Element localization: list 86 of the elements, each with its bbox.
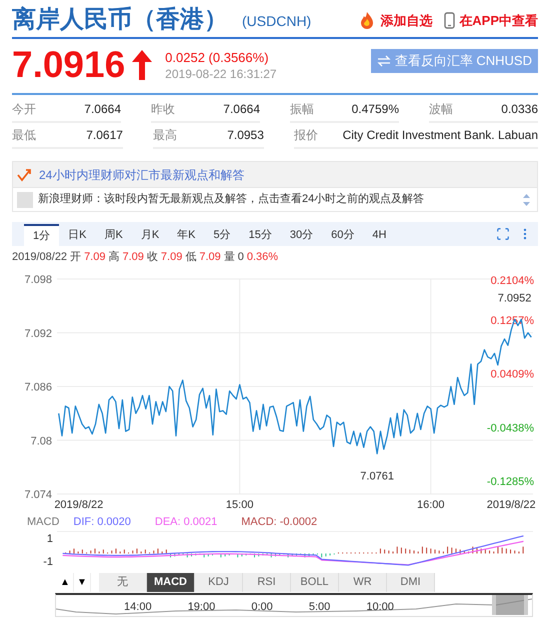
period-tab[interactable]: 日K (59, 224, 96, 246)
stat-label: 今开 (12, 101, 36, 118)
y-axis-label: 7.08 (30, 435, 52, 448)
stat-label: 波幅 (429, 101, 453, 118)
stat-value: 7.0617 (86, 127, 123, 144)
period-tab[interactable]: 30分 (280, 224, 322, 246)
stat-label: 报价 (294, 127, 318, 144)
bar-info-text: 低 (185, 250, 196, 265)
percent-axis-label: 0.2104% (490, 275, 534, 287)
indicator-tab[interactable]: 无 (99, 572, 147, 592)
macd-axis-label: 1 (46, 532, 53, 546)
price-value: 7.0916 (12, 43, 126, 87)
header-link[interactable]: 添加自选 (358, 10, 432, 30)
up-down-arrows-icon[interactable] (522, 192, 531, 206)
indicator-tab[interactable]: WR (339, 572, 387, 592)
navigator-time-label: 14:00 (124, 600, 152, 615)
bar-info-text: 2019/08/22 (12, 250, 68, 265)
bar-info-text: 7.09 (84, 250, 106, 265)
navigator-time-label: 10:00 (366, 600, 394, 615)
y-axis-label: 7.086 (24, 382, 52, 394)
period-tab[interactable]: 周K (95, 224, 132, 246)
up-arrow-icon (131, 49, 154, 81)
advisor-title[interactable]: 24小时内理财师对汇市最新观点和解答 (39, 166, 244, 184)
navigator-time-label: 19:00 (188, 600, 216, 615)
x-axis-label: 2019/8/22 (54, 499, 104, 511)
bar-info-text: 7.09 (160, 250, 182, 265)
bar-info-text: 0 (238, 250, 244, 265)
currency-code: (USDCNH) (242, 12, 312, 31)
stat-label: 最低 (12, 127, 36, 144)
price-change: 0.0252 (0.3566%) (165, 50, 270, 66)
x-axis-label: 16:00 (417, 499, 445, 511)
bar-info-text: 7.09 (199, 250, 221, 265)
period-tab[interactable]: 15分 (240, 224, 281, 246)
indicator-legend: DEA: 0.0021 (154, 514, 218, 530)
stat-label: 昨收 (151, 101, 175, 118)
stat-value: 7.0664 (84, 101, 121, 118)
bar-info-text: 开 (70, 250, 82, 265)
indicator-tab[interactable]: BOLL (291, 572, 339, 592)
period-tab[interactable]: 5分 (204, 224, 240, 246)
bar-info-text: 0.36% (246, 250, 278, 265)
phone-icon (444, 12, 456, 29)
quote-time: 2019-08-22 16:31:27 (165, 66, 277, 82)
bar-info-text: 量 (224, 250, 235, 265)
x-axis-label: 15:00 (226, 499, 254, 511)
stat-label: 振幅 (290, 101, 314, 118)
bar-info-text: 7.09 (122, 250, 144, 265)
swap-icon (376, 55, 391, 67)
period-tab[interactable]: 4H (363, 224, 396, 246)
range-navigator[interactable]: 14:00 19:00 0:00 5:00 10:00 (55, 593, 533, 617)
header-link[interactable]: 在APP中查看 (444, 10, 538, 30)
extreme-value-label: 7.0761 (360, 470, 394, 483)
indicator-tab[interactable]: MACD (147, 572, 195, 592)
stat-label: 最高 (152, 127, 177, 144)
trend-icon (17, 168, 33, 182)
stat-value: City Credit Investment Bank. Labuan (342, 127, 538, 144)
fullscreen-icon[interactable] (496, 227, 510, 241)
period-tab[interactable]: 年K (168, 224, 204, 246)
percent-axis-label: -0.0438% (486, 422, 534, 434)
indicator-tab[interactable]: KDJ (195, 572, 243, 592)
indicator-tab[interactable]: DMI (387, 572, 435, 592)
navigator-time-label: 5:00 (308, 600, 330, 615)
indicator-legend: MACD: -0.0002 (241, 514, 318, 530)
navigator-time-label: 0:00 (251, 600, 273, 615)
stat-value: 7.0953 (227, 127, 264, 144)
period-tab[interactable]: 1分 (24, 224, 60, 246)
y-axis-label: 7.074 (24, 489, 52, 501)
macd-axis-label: -1 (43, 555, 53, 570)
extreme-value-label: 7.0952 (498, 292, 532, 304)
stat-value: 0.0336 (501, 101, 538, 118)
page-title: 离岸人民币（香港） (12, 5, 228, 35)
indicator-title: MACD (27, 515, 60, 530)
avatar-icon (17, 192, 33, 208)
period-tab[interactable]: 60分 (322, 224, 364, 246)
indicator-legend: DIF: 0.0020 (73, 514, 131, 530)
stat-value: 7.0664 (223, 101, 260, 118)
y-axis-label: 7.098 (24, 274, 52, 286)
indicator-tab[interactable]: RSI (243, 572, 291, 592)
x-axis-label: 2019/8/22 (486, 499, 536, 511)
bar-info-text: 收 (146, 250, 158, 265)
percent-axis-label: 0.0409% (490, 368, 534, 380)
stat-value: 0.4759% (352, 101, 399, 118)
y-axis-label: 7.092 (24, 328, 52, 340)
navigator-selection[interactable] (492, 595, 528, 615)
bar-info-text: 高 (108, 250, 120, 265)
percent-axis-label: -0.1285% (486, 476, 534, 488)
period-tab[interactable]: 月K (132, 224, 168, 246)
